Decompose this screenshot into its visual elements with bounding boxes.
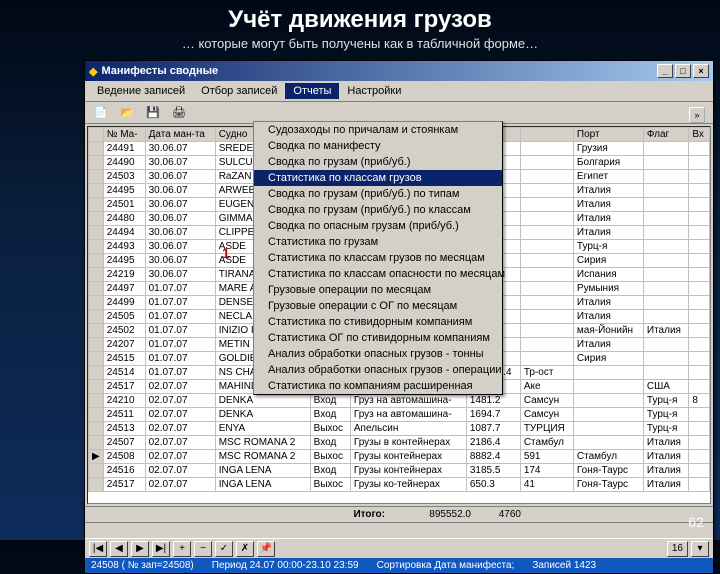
tool-print-icon[interactable]: 🖨 <box>169 104 189 122</box>
nav-next-button[interactable]: ▶ <box>131 541 149 557</box>
report-item[interactable]: Грузовые операции с ОГ по месяцам <box>254 298 502 314</box>
column-header[interactable]: Флаг <box>643 128 688 142</box>
report-item[interactable]: Статистика по компаниям расширенная <box>254 378 502 394</box>
table-row[interactable]: 2450702.07.07MSC ROMANA 2ВходГрузы в кон… <box>89 436 710 450</box>
slide-number: 62 <box>688 514 704 530</box>
nav-first-button[interactable]: |◀ <box>89 541 107 557</box>
tool-open-icon[interactable]: 📂 <box>117 104 137 122</box>
table-row[interactable]: ▶2450802.07.07MSC ROMANA 2ВыхосГрузы кон… <box>89 450 710 464</box>
menu-settings[interactable]: Настройки <box>339 83 409 99</box>
menu-records[interactable]: Ведение записей <box>89 83 193 99</box>
nav-cancel-button[interactable]: ✗ <box>236 541 254 557</box>
nav-add-button[interactable]: + <box>173 541 191 557</box>
menu-filter[interactable]: Отбор записей <box>193 83 285 99</box>
report-item[interactable]: Сводка по грузам (приб/уб.) <box>254 154 502 170</box>
report-item[interactable]: Грузовые операции по месяцам <box>254 282 502 298</box>
callout-marker: 1 <box>222 245 230 261</box>
totals-value-2: 4760 <box>471 509 521 520</box>
nav-post-button[interactable]: ✓ <box>215 541 233 557</box>
app-window: ◆ Манифесты сводные _ □ × Ведение записе… <box>84 60 714 574</box>
table-row[interactable]: 2421002.07.07DENKAВходГруз на автомашина… <box>89 394 710 408</box>
reports-dropdown: Судозаходы по причалам и стоянкамСводка … <box>253 121 503 395</box>
menubar: Ведение записей Отбор записей Отчеты Нас… <box>85 81 713 102</box>
report-item[interactable]: Статистика по стивидорным компаниям <box>254 314 502 330</box>
nav-delete-button[interactable]: − <box>194 541 212 557</box>
horizontal-scrollbar[interactable] <box>85 522 713 538</box>
column-header[interactable] <box>520 128 573 142</box>
slide-subtitle: … которые могут быть получены как в табл… <box>0 36 720 57</box>
status-count: Записей 1423 <box>532 560 596 571</box>
column-header[interactable]: Порт <box>573 128 643 142</box>
titlebar: ◆ Манифесты сводные _ □ × <box>85 61 713 81</box>
totals-row: Итого: 895552.0 4760 <box>85 506 713 522</box>
totals-label: Итого: <box>91 509 391 520</box>
report-item[interactable]: Анализ обработки опасных грузов - операц… <box>254 362 502 378</box>
statusbar: 24508 ( № зап=24508) Период 24.07 00:00-… <box>85 558 713 573</box>
app-icon: ◆ <box>89 65 97 78</box>
close-button[interactable]: × <box>693 64 709 78</box>
column-header[interactable]: Вх <box>689 128 710 142</box>
status-sort: Сортировка Дата манифеста; <box>377 560 515 571</box>
column-header[interactable]: Дата ман-та <box>145 128 215 142</box>
column-header[interactable]: № Ма- <box>103 128 145 142</box>
nav-last-button[interactable]: ▶| <box>152 541 170 557</box>
table-row[interactable]: 2451702.07.07INGA LENAВыхосГрузы ко-тейн… <box>89 478 710 492</box>
report-item[interactable]: Статистика по классам грузов по месяцам <box>254 250 502 266</box>
table-row[interactable]: 2451102.07.07DENKAВходГруз на автомашина… <box>89 408 710 422</box>
menu-reports[interactable]: Отчеты <box>285 83 339 99</box>
report-item[interactable]: Сводка по манифесту <box>254 138 502 154</box>
nav-count: 16 <box>667 541 688 557</box>
table-row[interactable]: 2451602.07.07INGA LENAВходГрузы контейне… <box>89 464 710 478</box>
report-item[interactable]: Статистика по классам грузов <box>254 170 502 186</box>
report-item[interactable]: Судозаходы по причалам и стоянкам <box>254 122 502 138</box>
status-record: 24508 ( № зап=24508) <box>91 560 194 571</box>
record-navigator: |◀ ◀ ▶ ▶| + − ✓ ✗ 📌 16 ▾ <box>85 538 713 558</box>
report-item[interactable]: Статистика по грузам <box>254 234 502 250</box>
slide-title: Учёт движения грузов <box>0 0 720 36</box>
window-title: Манифесты сводные <box>101 65 218 77</box>
nav-prev-button[interactable]: ◀ <box>110 541 128 557</box>
toolbar-overflow-icon[interactable]: » <box>689 107 705 123</box>
tool-save-icon[interactable]: 💾 <box>143 104 163 122</box>
report-item[interactable]: Статистика по классам опасности по месяц… <box>254 266 502 282</box>
report-item[interactable]: Сводка по грузам (приб/уб.) по типам <box>254 186 502 202</box>
status-period: Период 24.07 00:00-23.10 23:59 <box>212 560 359 571</box>
nav-bookmark-button[interactable]: 📌 <box>257 541 275 557</box>
minimize-button[interactable]: _ <box>657 64 673 78</box>
tool-new-icon[interactable]: 📄 <box>91 104 111 122</box>
report-item[interactable]: Анализ обработки опасных грузов - тонны <box>254 346 502 362</box>
nav-dropdown-icon[interactable]: ▾ <box>691 541 709 557</box>
totals-value-1: 895552.0 <box>391 509 471 520</box>
report-item[interactable]: Сводка по опасным грузам (приб/уб.) <box>254 218 502 234</box>
table-row[interactable]: 2451302.07.07ENYAВыхосАпельсин1087.7ТУРЦ… <box>89 422 710 436</box>
report-item[interactable]: Сводка по грузам (приб/уб.) по классам <box>254 202 502 218</box>
column-header[interactable] <box>89 128 104 142</box>
maximize-button[interactable]: □ <box>675 64 691 78</box>
report-item[interactable]: Статистика ОГ по стивидорным компаниям <box>254 330 502 346</box>
